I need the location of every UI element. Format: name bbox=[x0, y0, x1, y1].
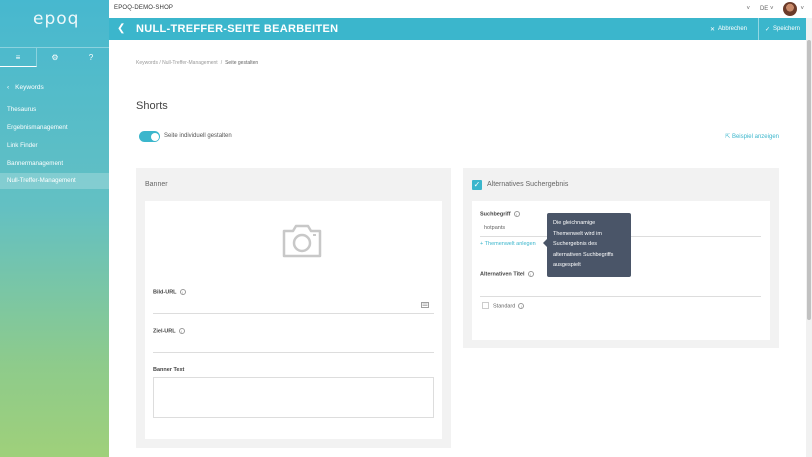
shop-dropdown-icon[interactable]: ˅ bbox=[746, 6, 750, 12]
breadcrumb-parent[interactable]: Keywords / Null-Treffer-Management bbox=[136, 60, 218, 66]
breadcrumb-separator: / bbox=[220, 60, 223, 66]
help-icon: ? bbox=[88, 53, 94, 62]
logo: epoq bbox=[33, 9, 80, 29]
back-arrow-icon[interactable]: ❮ bbox=[117, 23, 125, 34]
sidebar-item-link-finder[interactable]: Link Finder bbox=[7, 142, 38, 149]
sidebar-item-thesaurus[interactable]: Thesaurus bbox=[7, 106, 36, 113]
avatar bbox=[783, 2, 798, 16]
customize-toggle[interactable] bbox=[139, 131, 160, 142]
chevron-left-icon: ‹ bbox=[7, 84, 10, 91]
add-theme-label: Themenwelt anlegen bbox=[484, 241, 536, 247]
plus-icon: + bbox=[480, 241, 484, 247]
search-term-value: hotpants bbox=[484, 225, 506, 231]
menu-icon: ≡ bbox=[15, 52, 21, 62]
show-example-label: Beispiel anzeigen bbox=[731, 134, 779, 140]
search-term-label-text: Suchbegriff bbox=[480, 211, 511, 218]
show-example-link[interactable]: ⇱ Beispiel anzeigen bbox=[725, 133, 779, 140]
tab-settings[interactable]: ⚙ bbox=[37, 48, 73, 67]
search-term-label: Suchbegriff i bbox=[480, 211, 520, 217]
language-select[interactable]: DE ˅ bbox=[760, 6, 774, 12]
shop-name: EPOQ-DEMO-SHOP bbox=[114, 5, 174, 11]
standard-label: Standard i bbox=[493, 303, 525, 310]
scrollbar[interactable] bbox=[806, 18, 812, 457]
image-url-label: Bild-URL i bbox=[153, 289, 186, 295]
language-label: DE bbox=[759, 6, 769, 12]
page-title: Shorts bbox=[136, 100, 168, 112]
standard-label-text: Standard bbox=[493, 303, 516, 310]
alt-title-label: Alternativen Titel i bbox=[480, 271, 534, 277]
banner-form: Bild-URL i Ziel-URL i Banner Text bbox=[145, 201, 442, 439]
save-label: Speichern bbox=[773, 26, 801, 32]
image-url-label-text: Bild-URL bbox=[153, 289, 177, 296]
save-button[interactable]: ✓ Speichern bbox=[758, 18, 806, 40]
info-icon[interactable]: i bbox=[513, 211, 520, 217]
tooltip-line: Suchergebnis des bbox=[553, 241, 598, 247]
banner-text-label: Banner Text bbox=[153, 367, 185, 373]
banner-text-area[interactable] bbox=[153, 377, 434, 418]
close-icon: ✕ bbox=[709, 26, 715, 33]
expand-icon: ⇱ bbox=[725, 134, 731, 140]
tab-menu[interactable]: ≡ bbox=[0, 48, 37, 67]
alt-title-label-text: Alternativen Titel bbox=[480, 271, 525, 278]
alt-title-field[interactable] bbox=[480, 296, 761, 297]
sidebar: epoq ≡ ⚙ ? ‹ Keywords Thesaurus Ergebnis… bbox=[0, 0, 109, 457]
tooltip-line: Die gleichnamige bbox=[553, 220, 596, 226]
info-icon[interactable]: i bbox=[178, 328, 185, 334]
gear-icon: ⚙ bbox=[51, 53, 59, 62]
sidebar-tabs: ≡ ⚙ ? bbox=[0, 47, 109, 67]
toggle-label: Seite individuell gestalten bbox=[164, 133, 232, 139]
toggle-knob bbox=[150, 132, 159, 141]
header-title: NULL-TREFFER-SEITE BEARBEITEN bbox=[136, 23, 339, 35]
target-url-label: Ziel-URL i bbox=[153, 328, 185, 334]
user-menu[interactable]: ˅ bbox=[783, 2, 804, 16]
tab-help[interactable]: ? bbox=[73, 48, 109, 67]
chevron-down-icon: ˅ bbox=[800, 6, 804, 12]
camera-icon bbox=[282, 224, 322, 258]
standard-checkbox[interactable] bbox=[482, 302, 489, 309]
add-theme-link[interactable]: + Themenwelt anlegen bbox=[480, 241, 536, 247]
info-tooltip: Die gleichnamige Themenwelt wird im Such… bbox=[543, 213, 631, 277]
banner-panel: Banner Bild-URL i Ziel-URL i Banner Text bbox=[136, 168, 451, 448]
top-bar-right: ˅ DE ˅ ˅ bbox=[746, 2, 804, 16]
scrollbar-thumb[interactable] bbox=[807, 40, 811, 320]
target-url-label-text: Ziel-URL bbox=[153, 328, 176, 335]
sidebar-item-null-treffer[interactable]: Null-Treffer-Management bbox=[7, 177, 76, 184]
breadcrumb: Keywords / Null-Treffer-Management / Seite… bbox=[136, 60, 258, 66]
info-icon[interactable]: i bbox=[527, 271, 534, 277]
alternative-search-checkbox[interactable]: ✓ bbox=[472, 180, 482, 190]
image-picker-icon[interactable] bbox=[421, 302, 429, 308]
top-bar: EPOQ-DEMO-SHOP ˅ DE ˅ ˅ bbox=[109, 0, 812, 18]
target-url-field[interactable] bbox=[153, 352, 434, 353]
info-icon[interactable]: i bbox=[518, 303, 525, 309]
sidebar-back-keywords[interactable]: ‹ Keywords bbox=[7, 84, 44, 91]
tooltip-line: Themenwelt wird im bbox=[553, 230, 602, 237]
cancel-label: Abbrechen bbox=[718, 26, 748, 32]
info-icon[interactable]: i bbox=[179, 289, 186, 295]
sidebar-item-ergebnismanagement[interactable]: Ergebnismanagement bbox=[7, 124, 68, 131]
alternative-search-title: Alternatives Suchergebnis bbox=[487, 181, 569, 188]
sidebar-item-bannermanagement[interactable]: Bannermanagement bbox=[7, 160, 63, 167]
cancel-button[interactable]: ✕ Abbrechen bbox=[705, 18, 752, 40]
image-url-field[interactable] bbox=[153, 313, 434, 314]
page-header: ❮ NULL-TREFFER-SEITE BEARBEITEN ✕ Abbrec… bbox=[109, 18, 806, 40]
banner-panel-title: Banner bbox=[145, 181, 168, 188]
sidebar-back-label: Keywords bbox=[15, 84, 44, 91]
tooltip-line: ausgespielt bbox=[553, 262, 581, 268]
check-icon: ✓ bbox=[764, 26, 770, 33]
breadcrumb-current: Seite gestalten bbox=[225, 60, 259, 66]
tooltip-line: alternativen Suchbegriffs bbox=[553, 251, 614, 258]
